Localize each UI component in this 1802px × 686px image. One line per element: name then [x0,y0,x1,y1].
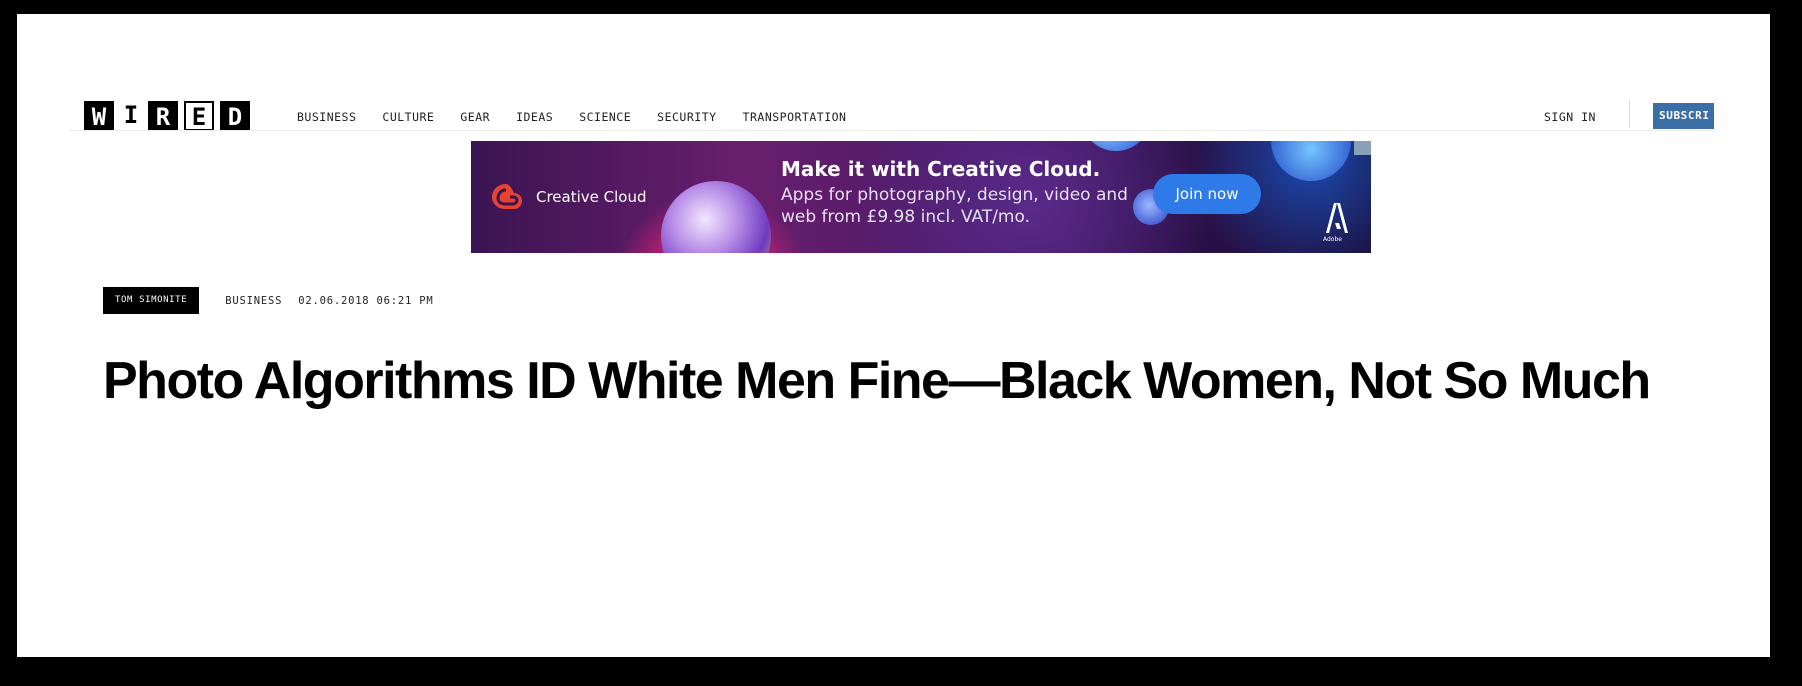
nav-item-transportation[interactable]: TRANSPORTATION [743,110,847,124]
join-now-button[interactable]: Join now [1153,174,1261,214]
sign-in-link[interactable]: SIGN IN [1544,110,1596,124]
header-divider [1629,100,1630,128]
adobe-logo-icon [1326,203,1348,233]
nav-item-culture[interactable]: CULTURE [382,110,434,124]
ad-choices-corner[interactable] [1354,141,1371,155]
ad-planet-graphic [661,181,771,253]
article-category[interactable]: BUSINESS [225,295,282,307]
nav-item-business[interactable]: BUSINESS [297,110,356,124]
logo-letter: I [123,101,139,129]
ad-planet-graphic [1271,141,1351,181]
ad-planet-graphic [1081,141,1151,151]
nav-item-security[interactable]: SECURITY [657,110,716,124]
adobe-wordmark: Adobe [1323,236,1342,243]
logo-letter: R [148,101,178,131]
article-title: Photo Algorithms ID White Men Fine—Black… [103,352,1651,410]
logo-letter: E [184,101,214,131]
main-nav: BUSINESS CULTURE GEAR IDEAS SCIENCE SECU… [297,110,846,124]
ad-body-text: Apps for photography, design, video and … [781,185,1128,227]
article-meta: TOM SIMONITE BUSINESS 02.06.2018 06:21 P… [103,287,434,314]
wired-logo[interactable]: W I R E D [84,100,250,132]
header-rule [69,130,1714,131]
subscribe-button[interactable]: SUBSCRI [1653,103,1714,129]
logo-letter: D [220,101,250,131]
creative-cloud-icon [492,184,522,209]
logo-letter: W [84,101,114,131]
nav-item-gear[interactable]: GEAR [460,110,490,124]
page: W I R E D BUSINESS CULTURE GEAR IDEAS SC… [17,14,1770,657]
nav-item-ideas[interactable]: IDEAS [516,110,553,124]
author-badge[interactable]: TOM SIMONITE [103,287,200,314]
site-header: W I R E D BUSINESS CULTURE GEAR IDEAS SC… [69,80,1714,132]
ad-headline: Make it with Creative Cloud. [781,157,1101,181]
ad-banner[interactable]: Creative Cloud Make it with Creative Clo… [471,141,1371,253]
article-date: 02.06.2018 06:21 PM [298,294,434,307]
ad-brand-label: Creative Cloud [536,188,647,206]
nav-item-science[interactable]: SCIENCE [579,110,631,124]
